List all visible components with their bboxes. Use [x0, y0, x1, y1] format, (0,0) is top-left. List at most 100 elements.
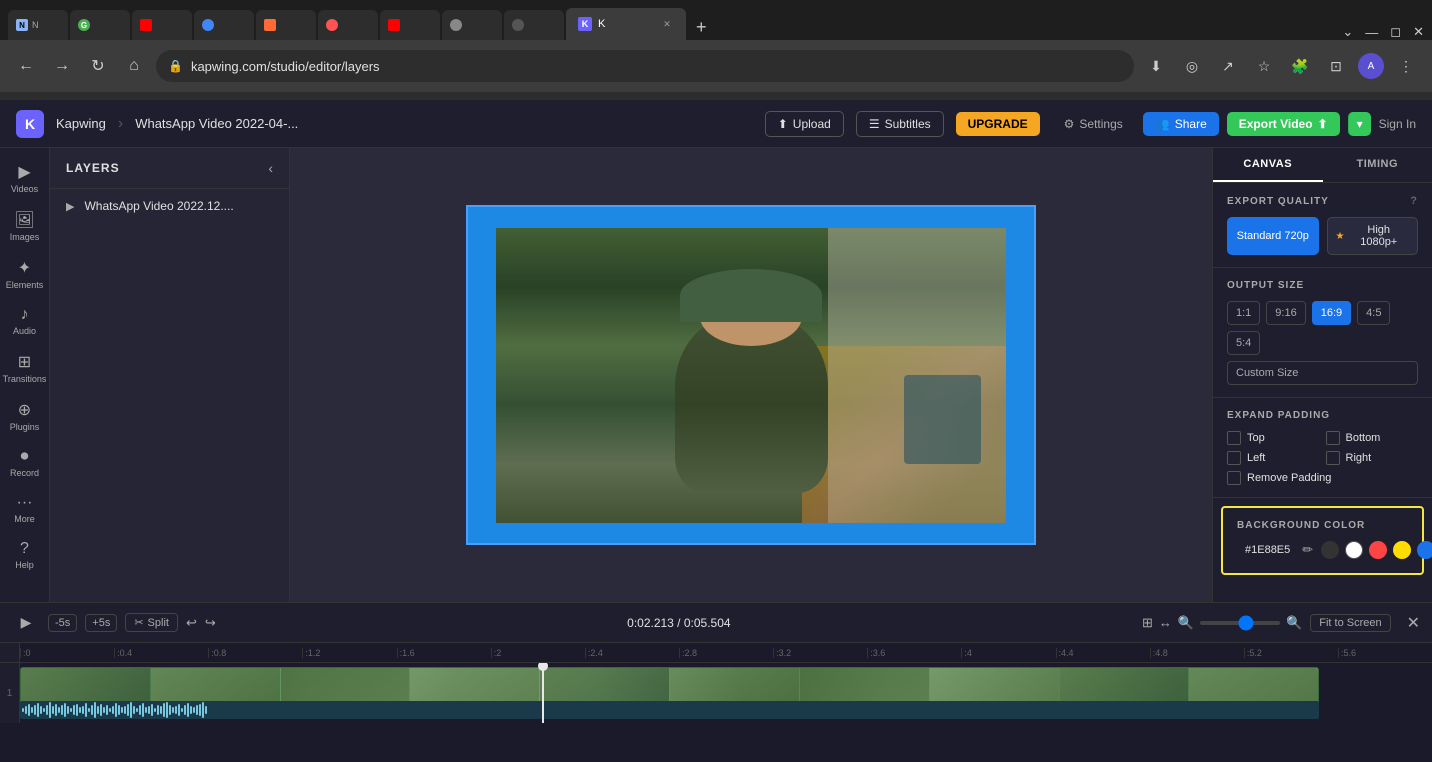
zoom-arrows-icon[interactable]: ↔ [1159, 615, 1172, 630]
tab-list-icon[interactable]: ⌄ [1342, 24, 1353, 40]
preset-yellow[interactable] [1393, 541, 1411, 559]
bg-color-title: BACKGROUND COLOR [1237, 520, 1408, 531]
tab-7[interactable] [380, 10, 440, 40]
tab-2[interactable]: G [70, 10, 130, 40]
tab-4[interactable] [194, 10, 254, 40]
tab-close-kapwing[interactable]: ✕ [660, 17, 674, 31]
padding-right-checkbox[interactable] [1326, 451, 1340, 465]
split-button[interactable]: ✂ Split [125, 613, 178, 632]
tab-1[interactable]: N N [8, 10, 68, 40]
zoom-out-icon[interactable]: 🔍 [1178, 615, 1194, 631]
sidebar-toggle-icon[interactable]: ⊡ [1322, 52, 1350, 80]
padding-top-check[interactable]: Top [1227, 431, 1320, 445]
subtitles-button[interactable]: ☰ Subtitles [856, 111, 944, 137]
size-4-5-button[interactable]: 4:5 [1357, 301, 1390, 325]
upgrade-button[interactable]: UPGRADE [956, 112, 1040, 136]
sidebar-item-audio[interactable]: ♪ Audio [3, 300, 47, 342]
timeline-close-button[interactable]: ✕ [1407, 613, 1420, 633]
close-window-icon[interactable]: ✕ [1413, 24, 1424, 40]
layer-item-video[interactable]: ▶ WhatsApp Video 2022.12.... [50, 189, 289, 223]
address-bar[interactable]: 🔒 kapwing.com/studio/editor/layers [156, 50, 1134, 82]
upload-button[interactable]: ⬆ Upload [765, 111, 844, 137]
preset-white[interactable] [1345, 541, 1363, 559]
export-button[interactable]: Export Video ⬆ [1227, 112, 1340, 136]
preset-blue[interactable] [1417, 541, 1432, 559]
remove-padding-checkbox[interactable] [1227, 471, 1241, 485]
zoom-in-icon[interactable]: 🔍 [1286, 615, 1302, 631]
preset-red[interactable] [1369, 541, 1387, 559]
media-icon[interactable]: ◎ [1178, 52, 1206, 80]
padding-left-checkbox[interactable] [1227, 451, 1241, 465]
share-button[interactable]: 👥 Share [1143, 112, 1219, 136]
forward-button[interactable]: → [48, 52, 76, 80]
tab-8[interactable] [442, 10, 502, 40]
new-tab-button[interactable]: + [688, 15, 715, 40]
record-icon: ⏺ [20, 448, 28, 466]
tab-timing[interactable]: TIMING [1323, 148, 1432, 182]
home-button[interactable]: ⌂ [120, 52, 148, 80]
size-1-1-button[interactable]: 1:1 [1227, 301, 1260, 325]
preset-black[interactable] [1321, 541, 1339, 559]
skip-forward-button[interactable]: +5s [85, 614, 117, 632]
sidebar-item-record[interactable]: ⏺ Record [3, 442, 47, 484]
canvas-background[interactable] [466, 205, 1036, 545]
size-16-9-button[interactable]: 16:9 [1312, 301, 1351, 325]
zoom-fit-icon[interactable]: ⊞ [1142, 615, 1153, 631]
layers-collapse-button[interactable]: ‹ [268, 160, 273, 176]
minimize-icon[interactable]: — [1365, 25, 1378, 40]
tab-6[interactable] [318, 10, 378, 40]
size-5-4-button[interactable]: 5:4 [1227, 331, 1260, 355]
padding-right-check[interactable]: Right [1326, 451, 1419, 465]
video-track-bar[interactable] [20, 667, 1319, 705]
standard-quality-button[interactable]: Standard 720p [1227, 217, 1319, 255]
sidebar-item-images[interactable]: 🖼 Images [3, 204, 47, 248]
padding-top-checkbox[interactable] [1227, 431, 1241, 445]
eyedropper-icon[interactable]: ✏ [1302, 542, 1313, 558]
tab-5[interactable] [256, 10, 316, 40]
padding-left-check[interactable]: Left [1227, 451, 1320, 465]
export-icon: ⬆ [1318, 117, 1328, 131]
padding-bottom-check[interactable]: Bottom [1326, 431, 1419, 445]
tab-9[interactable] [504, 10, 564, 40]
track-content-1[interactable] [20, 663, 1432, 723]
sidebar-item-elements[interactable]: ✦ Elements [3, 252, 47, 296]
address-text: kapwing.com/studio/editor/layers [191, 59, 380, 74]
output-size-title: OUTPUT SIZE [1227, 280, 1418, 291]
more-options-icon[interactable]: ⋮ [1392, 52, 1420, 80]
high-quality-button[interactable]: ★ High 1080p+ [1327, 217, 1419, 255]
skip-back-button[interactable]: -5s [48, 614, 77, 632]
tab-canvas[interactable]: CANVAS [1213, 148, 1323, 182]
padding-bottom-checkbox[interactable] [1326, 431, 1340, 445]
share-page-icon[interactable]: ↗ [1214, 52, 1242, 80]
export-dropdown-button[interactable]: ▾ [1348, 112, 1371, 136]
fit-to-screen-button[interactable]: Fit to Screen [1310, 614, 1390, 632]
redo-button[interactable]: ↪ [205, 615, 216, 631]
extensions-icon[interactable]: 🧩 [1286, 52, 1314, 80]
maximize-icon[interactable]: ◻ [1390, 24, 1401, 40]
sidebar-item-transitions[interactable]: ⊞ Transitions [3, 346, 47, 390]
remove-padding-check[interactable]: Remove Padding [1227, 471, 1418, 485]
reload-button[interactable]: ↻ [84, 52, 112, 80]
size-9-16-button[interactable]: 9:16 [1266, 301, 1305, 325]
back-button[interactable]: ← [12, 52, 40, 80]
bookmark-icon[interactable]: ☆ [1250, 52, 1278, 80]
play-pause-button[interactable]: ▶ [12, 609, 40, 637]
timeline-playhead[interactable] [542, 663, 544, 723]
transitions-icon: ⊞ [18, 352, 31, 372]
sidebar-item-more[interactable]: ··· More [3, 488, 47, 530]
sidebar-item-help[interactable]: ? Help [3, 534, 47, 576]
sidebar-item-plugins[interactable]: ⊕ Plugins [3, 394, 47, 438]
settings-button[interactable]: ⚙ Settings [1052, 112, 1135, 136]
undo-button[interactable]: ↩ [186, 615, 197, 631]
tab-3[interactable] [132, 10, 192, 40]
custom-size-button[interactable]: Custom Size [1227, 361, 1418, 385]
canvas-video-frame[interactable] [496, 228, 1006, 523]
signin-button[interactable]: Sign In [1379, 117, 1416, 131]
sidebar-item-videos[interactable]: ▶ Videos [3, 156, 47, 200]
profile-avatar[interactable]: A [1358, 53, 1384, 79]
download-icon[interactable]: ⬇ [1142, 52, 1170, 80]
time-display: 0:02.213 / 0:05.504 [627, 616, 730, 630]
zoom-slider[interactable] [1200, 621, 1280, 625]
help-icon-quality[interactable]: ? [1410, 195, 1418, 207]
tab-kapwing[interactable]: K K ✕ [566, 8, 686, 40]
